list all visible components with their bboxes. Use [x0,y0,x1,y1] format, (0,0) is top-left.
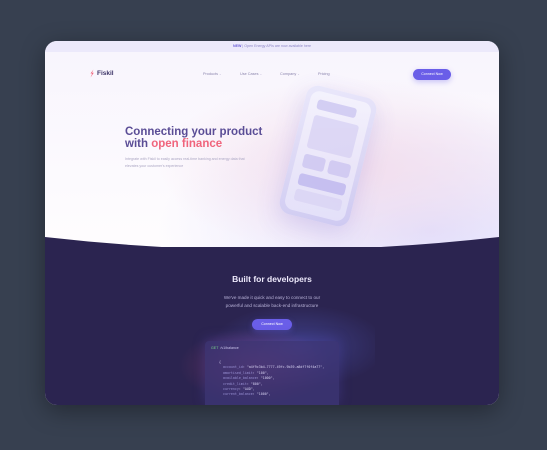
hero-title-accent: open finance [151,138,223,150]
code-key: available_balance [222,376,257,381]
hero-title: Connecting your product with open financ… [125,126,315,150]
code-value: "1000" [256,392,269,397]
announcement-badge: NEW [232,44,242,48]
announcement-text: Open Energy APIs are now available here [244,44,312,48]
fiskil-logo-icon [90,69,94,78]
code-key: credit_limit [222,381,247,386]
connect-now-button[interactable]: Connect Now [413,69,451,80]
developers-subtitle-line2: powerful and scalable back-end infrastru… [225,302,319,308]
code-key: currency [222,387,239,392]
hero-title-line1: Connecting your product [125,126,263,138]
hero-subtitle-line1: Integrate with Fiskil to easily access r… [125,157,245,161]
nav-products[interactable]: Products ⌄ [203,72,222,76]
code-key: current_balance [222,392,253,397]
nav-company[interactable]: Company ⌄ [280,72,300,76]
code-key: account_id [222,365,243,370]
code-value: "1000" [260,376,273,381]
nav-label: Pricing [318,72,330,76]
chevron-down-icon: ⌄ [218,72,222,76]
announcement-bar[interactable]: NEW | Open Energy APIs are now available… [45,41,499,52]
code-value: "100" [256,370,267,375]
nav-label: Company [280,72,297,76]
brand-logo[interactable]: Fiskil [89,69,114,78]
hero-title-prefix: with [125,138,148,150]
section-divider [45,237,499,267]
nav-label: Products [203,72,218,76]
code-brace: { [219,360,221,364]
endpoint-path: /v1/balance [220,346,239,350]
hero-title-line2: with open finance [125,138,315,150]
brand-name: Fiskil [97,70,114,77]
code-sample-card: GET/v1/balance { account_id: "a4f9c3b4-7… [205,341,339,405]
code-value: "AUD" [242,387,253,392]
code-json: { account_id: "a4f9c3b4-7777-49fc-9b39-a… [219,360,325,397]
code-request-line: GET/v1/balance [211,346,239,350]
code-value: "a4f9c3b4-7777-49fc-9b39-a8df7f0f4a77" [246,365,323,370]
developers-title: Built for developers [232,274,312,284]
developers-subtitle-line1: We've made it quick and easy to connect … [223,295,321,300]
nav-pricing[interactable]: Pricing [318,72,330,76]
hero-subtitle-line2: elevates your customer's experience [125,164,184,168]
code-key: amortised_limit [222,370,253,375]
developers-connect-now-button[interactable]: Connect Now [252,319,292,330]
nav-label: Use Cases [240,72,259,76]
browser-frame: NEW | Open Energy APIs are now available… [45,41,499,405]
developers-subtitle: We've made it quick and easy to connect … [205,294,339,309]
chevron-down-icon: ⌄ [297,72,300,76]
hero-subtitle: Integrate with Fiskil to easily access r… [125,156,285,170]
code-value: "800" [250,381,261,386]
http-method: GET [211,346,219,350]
chevron-down-icon: ⌄ [259,72,263,76]
phone-mockup-image [277,83,379,229]
nav-use-cases[interactable]: Use Cases ⌄ [240,72,262,76]
